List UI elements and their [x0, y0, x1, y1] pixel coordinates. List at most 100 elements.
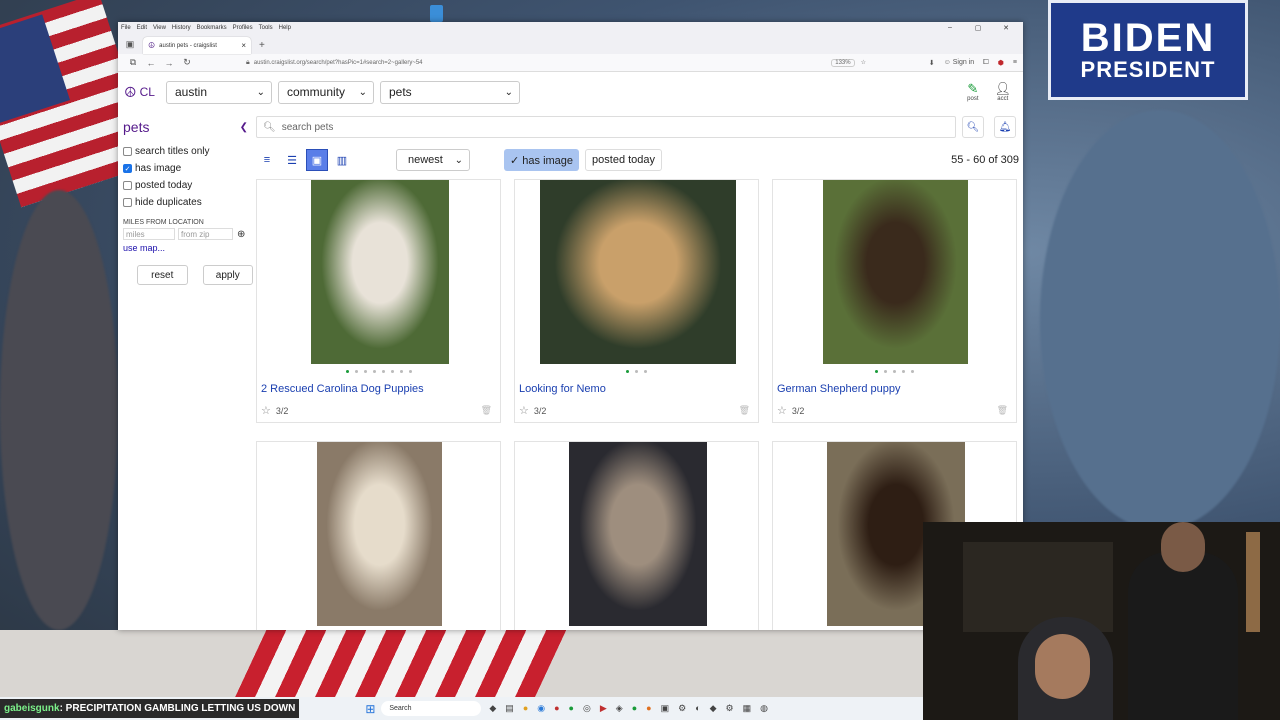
filter-hide-duplicates[interactable]: hide duplicates — [118, 194, 253, 211]
map-view-icon[interactable]: ▥ — [331, 149, 353, 171]
carousel-dot[interactable] — [893, 370, 896, 373]
miles-input[interactable]: miles — [123, 228, 175, 240]
listing-card[interactable] — [514, 441, 759, 630]
listing-title[interactable]: German Shepherd puppy — [777, 383, 901, 395]
menu-file[interactable]: File — [121, 25, 131, 31]
locate-me-icon[interactable]: ⊕ — [237, 229, 245, 240]
hide-listing-trash-icon[interactable]: 🗑︎ — [739, 405, 750, 416]
photo-carousel-dots[interactable] — [515, 370, 758, 373]
sidebar-toggle-icon[interactable]: ⧉ — [124, 57, 142, 68]
taskbar-app-icon[interactable]: ▣ — [661, 703, 670, 714]
carousel-dot[interactable] — [635, 370, 638, 373]
app-menu-icon[interactable]: ≡ — [1013, 59, 1017, 66]
carousel-dot[interactable] — [626, 370, 629, 373]
listing-card[interactable]: 2 Rescued Carolina Dog Puppies ☆ 3/2 🗑︎ — [256, 179, 501, 423]
address-bar[interactable]: 🔒︎ austin.craigslist.org/search/pet?hasP… — [246, 56, 866, 70]
filter-has-image[interactable]: ✓ has image — [118, 160, 253, 177]
maximize-icon[interactable]: ▢ — [967, 24, 989, 32]
carousel-dot[interactable] — [902, 370, 905, 373]
close-tab-icon[interactable]: × — [241, 41, 246, 50]
carousel-dot[interactable] — [381, 370, 385, 373]
carousel-dot[interactable] — [644, 370, 647, 373]
checkbox-icon[interactable] — [123, 147, 132, 156]
taskbar-app-icon[interactable]: ◎ — [583, 703, 591, 714]
category-dropdown[interactable]: community ⌄ — [278, 80, 374, 104]
taskbar-app-icon[interactable]: ▤ — [505, 703, 514, 714]
photo-carousel-dots[interactable] — [257, 370, 500, 373]
favorite-star-icon[interactable]: ☆ — [777, 404, 787, 417]
carousel-dot[interactable] — [345, 370, 349, 373]
taskbar-app-icon[interactable]: ⚙ — [726, 703, 734, 714]
carousel-dot[interactable] — [372, 370, 376, 373]
has-image-chip[interactable]: ✓ has image — [504, 149, 580, 171]
taskbar-app-icon[interactable]: ◈ — [616, 703, 623, 714]
taskbar-app-icon[interactable]: ⚙ — [678, 703, 686, 714]
carousel-dot[interactable] — [408, 370, 412, 373]
collapse-sidebar-icon[interactable]: ❮ — [240, 122, 248, 133]
taskbar-app-icon[interactable]: ▦ — [743, 703, 752, 714]
close-window-icon[interactable]: ✕ — [995, 24, 1017, 32]
carousel-dot[interactable] — [884, 370, 887, 373]
download-icon[interactable]: ⬇ — [929, 59, 935, 67]
taskbar-app-icon[interactable]: ◍ — [760, 703, 768, 714]
hide-listing-trash-icon[interactable]: 🗑︎ — [997, 405, 1008, 416]
taskbar-search[interactable]: Search — [381, 701, 482, 716]
reset-button[interactable]: reset — [137, 265, 188, 285]
posted-today-chip[interactable]: posted today — [585, 149, 663, 171]
listing-title[interactable]: 2 Rescued Carolina Dog Puppies — [261, 383, 424, 395]
photo-carousel-dots[interactable] — [773, 370, 1016, 373]
pinned-app-icon[interactable] — [430, 5, 443, 22]
taskbar-app-icon[interactable]: ● — [523, 703, 528, 714]
carousel-dot[interactable] — [354, 370, 358, 373]
filter-search-titles[interactable]: search titles only — [118, 143, 253, 160]
cl-logo[interactable]: ☮ CL — [124, 84, 166, 101]
sign-in-button[interactable]: ☺ Sign in — [944, 59, 975, 66]
forward-icon[interactable]: → — [160, 58, 178, 68]
taskbar-app-icon[interactable]: ◆ — [710, 703, 717, 714]
taskbar-app-icon[interactable]: ▶ — [600, 703, 607, 714]
carousel-dot[interactable] — [911, 370, 914, 373]
listing-photo[interactable] — [823, 180, 968, 364]
listing-title[interactable]: Looking for Nemo — [519, 383, 606, 395]
listing-photo[interactable] — [568, 442, 707, 626]
preview-view-icon[interactable]: ☰ — [281, 149, 303, 171]
back-icon[interactable]: ← — [142, 58, 160, 68]
city-dropdown[interactable]: austin ⌄ — [166, 80, 272, 104]
checkbox-checked-icon[interactable]: ✓ — [123, 164, 132, 173]
bookmark-star-icon[interactable]: ☆ — [861, 59, 866, 66]
taskbar-app-icon[interactable]: ● — [632, 703, 637, 714]
taskbar-app-icon[interactable]: ◐ — [695, 703, 700, 714]
listing-photo[interactable] — [317, 442, 442, 626]
tab-list-icon[interactable]: ▣ — [123, 37, 137, 51]
checkbox-icon[interactable] — [123, 198, 132, 207]
favorite-star-icon[interactable]: ☆ — [261, 404, 271, 417]
tab-craigslist[interactable]: ☮ austin pets - craigslist × — [143, 37, 251, 54]
account-button[interactable]: 👤︎ acct — [994, 82, 1011, 103]
new-tab-icon[interactable]: + — [259, 40, 265, 51]
extensions-icon[interactable]: ⧠ — [983, 59, 989, 67]
menu-edit[interactable]: Edit — [137, 25, 147, 31]
carousel-dot[interactable] — [363, 370, 367, 373]
taskbar-app-icon[interactable]: ● — [569, 703, 574, 714]
taskbar-app-icon[interactable]: ● — [646, 703, 651, 714]
sort-dropdown[interactable]: newest ⌄ — [396, 149, 470, 171]
carousel-dot[interactable] — [399, 370, 403, 373]
menu-view[interactable]: View — [153, 25, 166, 31]
filter-posted-today[interactable]: posted today — [118, 177, 253, 194]
save-search-bell-icon[interactable]: 🔔︎ — [994, 116, 1016, 138]
reload-icon[interactable]: ↻ — [178, 57, 196, 68]
zoom-badge[interactable]: 133% — [831, 58, 855, 67]
checkbox-icon[interactable] — [123, 181, 132, 190]
use-map-link[interactable]: use map... — [118, 243, 253, 253]
listing-card[interactable]: Looking for Nemo ☆ 3/2 🗑︎ — [514, 179, 759, 423]
apply-button[interactable]: apply — [202, 265, 253, 285]
taskbar-app-icon[interactable]: ● — [554, 703, 559, 714]
listing-card[interactable]: German Shepherd puppy ☆ 3/2 🗑︎ — [772, 179, 1017, 423]
zip-input[interactable]: from zip — [178, 228, 233, 240]
windows-start-icon[interactable]: ⊞ — [365, 702, 375, 716]
search-input[interactable]: 🔍︎ search pets — [256, 116, 956, 138]
hide-listing-trash-icon[interactable]: 🗑︎ — [481, 405, 492, 416]
menu-bookmarks[interactable]: Bookmarks — [197, 25, 227, 31]
shield-icon[interactable]: ⬢ — [998, 59, 1004, 67]
listing-card[interactable] — [256, 441, 501, 630]
